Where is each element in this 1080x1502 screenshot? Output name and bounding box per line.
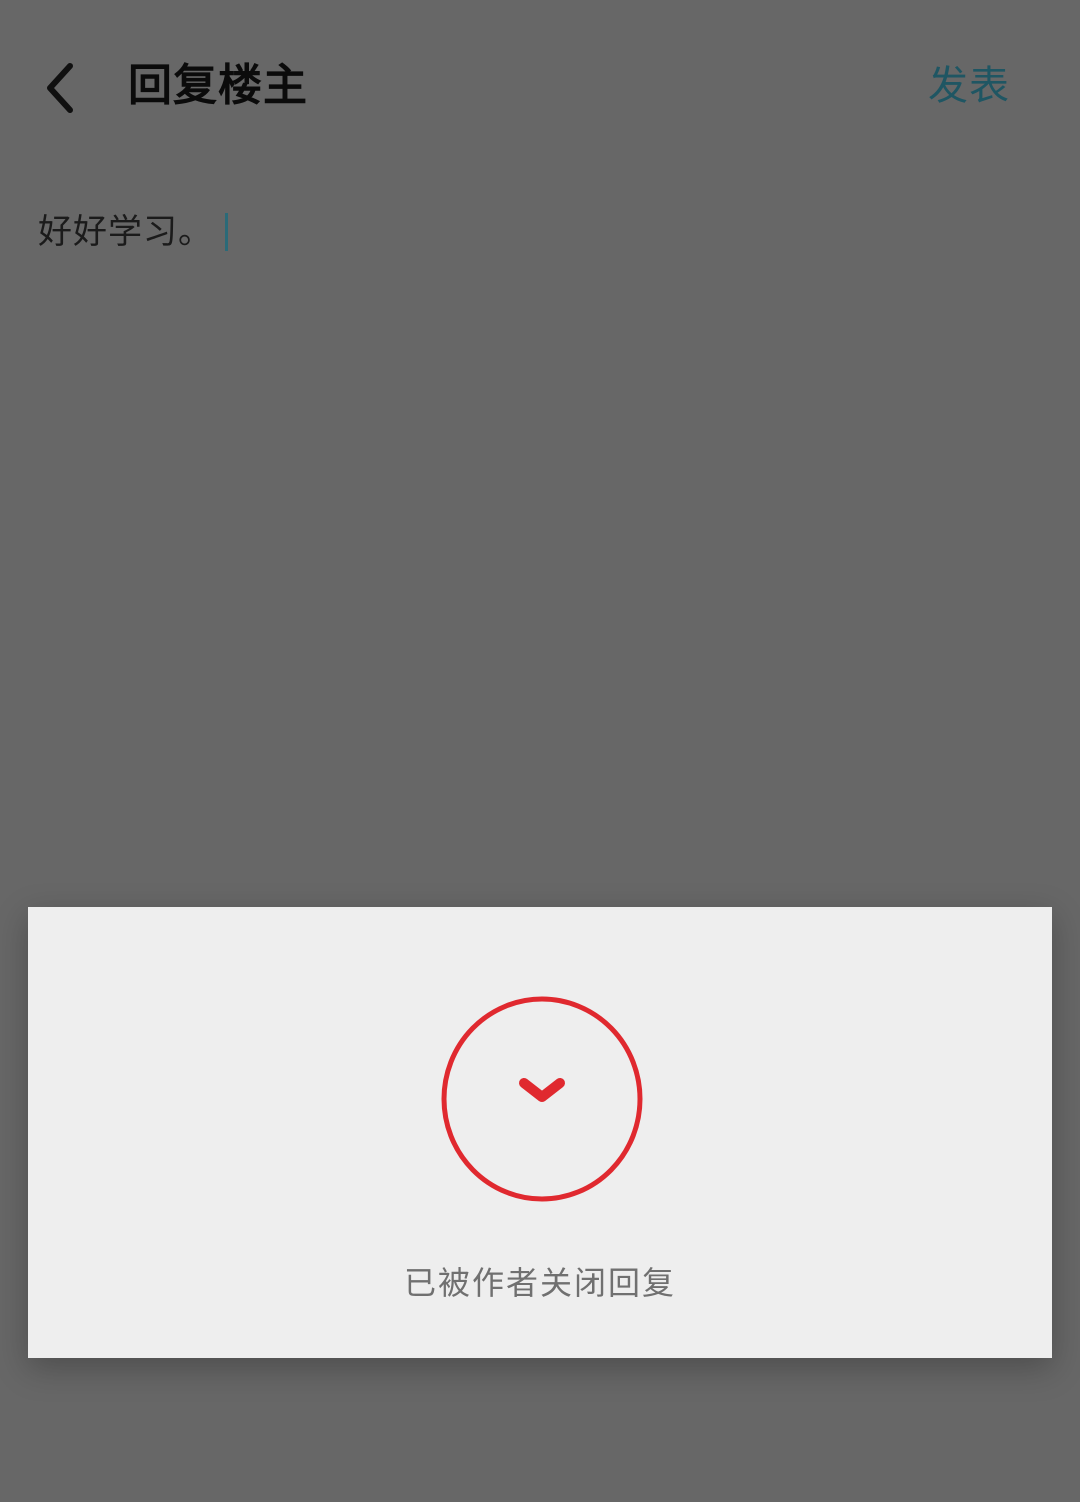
app-header: 回复楼主 发表 (0, 0, 1080, 175)
reply-editor[interactable]: 好好学习。 (38, 202, 1042, 262)
post-button[interactable]: 发表 (928, 58, 1010, 114)
reply-text: 好好学习。 (38, 212, 213, 252)
dialog-message: 已被作者关闭回复 (403, 1264, 676, 1302)
text-cursor (225, 213, 228, 251)
page-title: 回复楼主 (128, 60, 308, 111)
chevron-down-circle-icon (441, 996, 643, 1202)
chevron-left-icon (47, 63, 73, 113)
back-button[interactable] (30, 48, 90, 128)
reply-closed-dialog: 已被作者关闭回复 (28, 907, 1052, 1358)
